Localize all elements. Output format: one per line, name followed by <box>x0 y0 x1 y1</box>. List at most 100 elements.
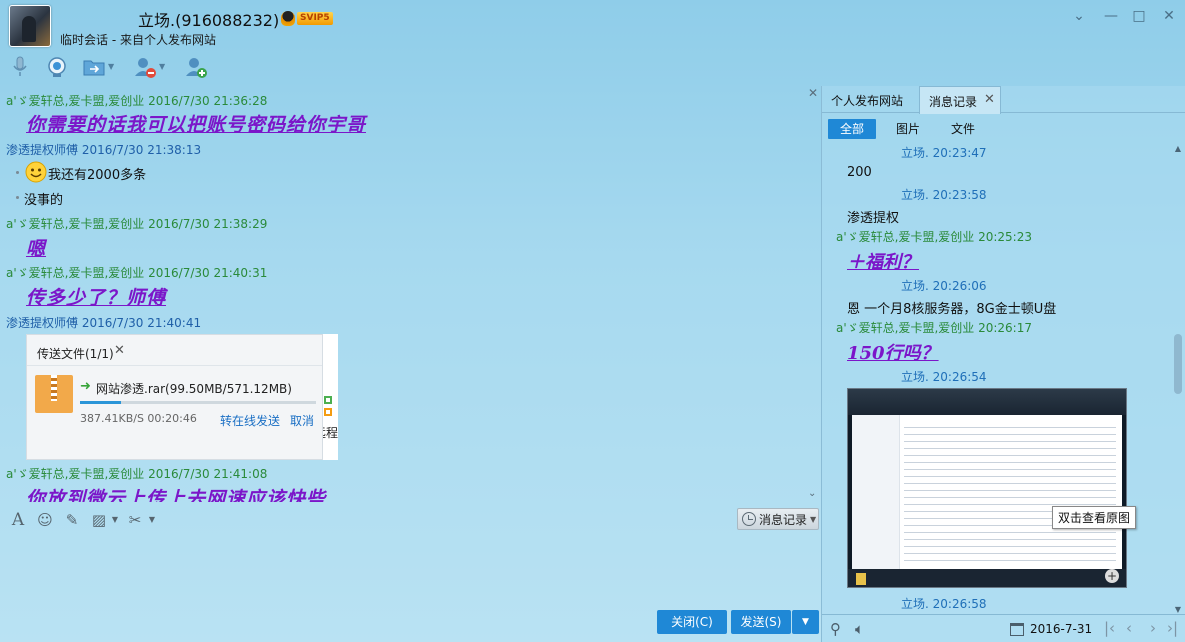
scroll-up-icon[interactable]: ▲ <box>1172 144 1184 153</box>
vip-badge[interactable]: SVIP5 <box>281 10 333 26</box>
history-meta: 立场. 20:26:06 <box>901 279 987 293</box>
clock-icon <box>742 512 756 526</box>
close-button[interactable]: 关闭(C) <box>657 610 727 634</box>
thumbnail-rows <box>904 423 1116 565</box>
history-meta: 立场. 20:26:54 <box>901 370 987 384</box>
voice-call-button[interactable] <box>8 54 32 80</box>
history-meta: a'ゞ爱轩总,爱卡盟,爱创业 20:26:17 <box>836 321 1032 335</box>
penguin-icon <box>281 10 295 26</box>
message-history-button[interactable]: 消息记录 ▼ <box>737 508 819 530</box>
tab-personal-site[interactable]: 个人发布网站 <box>831 92 903 109</box>
file-name: 网站渗透.rar(99.50MB/571.12MB) <box>96 382 292 396</box>
filter-all[interactable]: 全部 <box>828 119 876 139</box>
chat-window-header: 立场.(916088232) SVIP5 临时会话 - 来自个人发布网站 ⌄ —… <box>0 0 1185 86</box>
speaker-icon[interactable]: 🔈︎ <box>855 620 864 638</box>
history-meta: a'ゞ爱轩总,爱卡盟,爱创业 20:25:23 <box>836 230 1032 244</box>
history-text: 恩 一个月8核服务器，8G金士顿U盘 <box>847 302 1057 317</box>
page-title: 立场.(916088232) <box>138 11 280 30</box>
calendar-icon[interactable] <box>1010 623 1024 636</box>
last-page-icon[interactable]: ›| <box>1167 619 1178 637</box>
remove-contact-icon <box>135 58 156 78</box>
message-history-label: 消息记录 <box>759 512 808 527</box>
progress-fill <box>80 401 122 404</box>
smile-emoji-icon <box>25 161 47 183</box>
video-call-button[interactable] <box>45 54 69 80</box>
close-icon[interactable]: ✕ <box>114 343 125 358</box>
message-meta: a'ゞ爱轩总,爱卡盟,爱创业 2016/7/30 21:41:08 <box>6 467 268 481</box>
history-panel: 个人发布网站 消息记录 ✕ 全部 图片 文件 立场. 20:23:47 200 … <box>821 86 1185 642</box>
message-meta: a'ゞ爱轩总,爱卡盟,爱创业 2016/7/30 21:36:28 <box>6 94 268 108</box>
scroll-thumb[interactable] <box>1174 334 1182 394</box>
scroll-down-icon[interactable]: ▼ <box>1172 605 1184 614</box>
thumbnail-titlebar <box>848 389 1126 415</box>
session-subtitle: 临时会话 - 来自个人发布网站 <box>60 33 216 47</box>
file-transfer-panel: 传送文件(1/1) ✕ ➜ 网站渗透.rar(99.50MB/571.12MB)… <box>26 334 323 460</box>
cancel-link[interactable]: 取消 <box>290 412 314 429</box>
vip-level-label: SVIP5 <box>297 11 333 25</box>
history-message-list: 立场. 20:23:47 200 立场. 20:23:58 渗透提权 a'ゞ爱轩… <box>822 144 1172 614</box>
message-text: 传多少了？师傅 <box>26 287 167 309</box>
history-meta: 立场. 20:26:58 <box>901 597 987 611</box>
history-date: 2016-7-31 <box>1030 622 1093 636</box>
message-text: 你需要的话我可以把账号密码给你宇哥 <box>26 114 367 136</box>
expand-down-icon[interactable]: ⌄ <box>808 488 820 500</box>
font-icon[interactable]: A <box>9 511 27 529</box>
chevron-down-icon[interactable]: ▼ <box>159 62 169 72</box>
send-online-link[interactable]: 转在线发送 <box>220 412 280 429</box>
close-icon[interactable]: ✕ <box>1160 7 1178 25</box>
checkbox-decoration <box>324 396 332 404</box>
filter-images[interactable]: 图片 <box>896 119 920 139</box>
message-meta: a'ゞ爱轩总,爱卡盟,爱创业 2016/7/30 21:38:29 <box>6 217 268 231</box>
chevron-down-icon[interactable]: ▼ <box>106 511 124 529</box>
add-contact-button[interactable] <box>184 54 208 80</box>
transfer-title: 传送文件(1/1) <box>37 347 114 361</box>
search-icon[interactable]: ⚲ <box>830 620 841 638</box>
next-page-icon[interactable]: › <box>1150 619 1156 637</box>
zip-file-icon <box>35 375 73 413</box>
bullet <box>16 196 19 199</box>
tab-label: 消息记录 <box>929 95 978 109</box>
remove-contact-button[interactable]: ▼ <box>133 54 169 80</box>
bullet <box>16 171 19 174</box>
tab-message-history[interactable]: 消息记录 ✕ <box>919 86 1001 114</box>
message-meta: 渗透提权师傅 2016/7/30 21:38:13 <box>6 143 202 157</box>
history-text: 200 <box>847 165 872 180</box>
send-options-button[interactable]: ▼ <box>792 610 819 634</box>
message-input[interactable] <box>0 533 820 611</box>
thumbnail-footer <box>848 569 1126 587</box>
emoji-icon[interactable]: ☺ <box>36 511 54 529</box>
thumbnail-nav <box>852 415 900 569</box>
filter-files[interactable]: 文件 <box>951 119 975 139</box>
history-footer: ⚲ 🔈︎ 2016-7-31 |‹ ‹ › ›| <box>822 614 1185 642</box>
close-icon[interactable]: ✕ <box>984 92 995 107</box>
history-text: 150行吗？ <box>847 343 939 364</box>
message-meta: a'ゞ爱轩总,爱卡盟,爱创业 2016/7/30 21:40:31 <box>6 266 268 280</box>
tooltip: 双击查看原图 <box>1052 506 1137 529</box>
panel-tabs: 个人发布网站 消息记录 ✕ <box>822 86 1185 114</box>
message-text: 我还有2000多条 <box>48 168 147 183</box>
message-text: 你放到微云上传上去网速应该快些 <box>26 488 327 502</box>
checkbox-decoration <box>324 408 332 416</box>
chevron-down-icon[interactable]: ▼ <box>143 511 161 529</box>
history-scrollbar[interactable]: ▲ ▼ <box>1172 144 1184 614</box>
video-camera-icon <box>48 57 66 77</box>
zoom-in-icon[interactable]: + <box>1105 569 1119 583</box>
add-contact-icon <box>186 58 207 78</box>
chevron-down-icon[interactable]: ▼ <box>108 62 118 72</box>
edit-icon[interactable]: ✎ <box>63 511 81 529</box>
image-thumbnail[interactable] <box>847 388 1127 588</box>
history-filter-bar: 全部 图片 文件 <box>822 116 1185 142</box>
chevron-down-icon[interactable]: ⌄ <box>1070 7 1088 25</box>
maximize-icon[interactable]: □ <box>1130 7 1148 25</box>
file-transfer-button[interactable]: ▼ <box>82 54 118 80</box>
first-page-icon[interactable]: |‹ <box>1104 619 1115 637</box>
divider <box>27 365 322 366</box>
avatar[interactable] <box>9 5 51 47</box>
message-text: 嗯 <box>26 238 47 260</box>
send-button[interactable]: 发送(S) <box>731 610 791 634</box>
previous-page-icon[interactable]: ‹ <box>1126 619 1132 637</box>
compose-toolbar: A ☺ ✎ ▨ ▼ ✂ ▼ 消息记录 ▼ <box>0 505 820 533</box>
minimize-icon[interactable]: — <box>1102 7 1120 25</box>
microphone-icon <box>13 56 27 76</box>
scissors-icon[interactable]: ✂ <box>126 511 144 529</box>
